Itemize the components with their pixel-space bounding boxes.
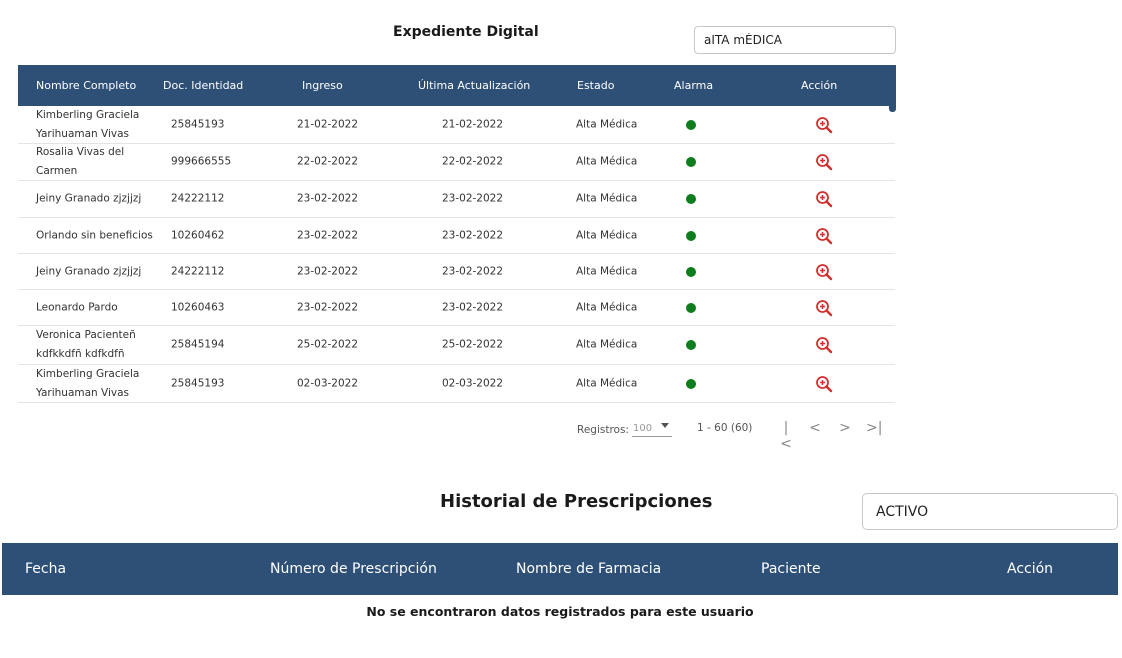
page-size-value: 100 xyxy=(633,423,653,434)
cell-estado: Alta Médica xyxy=(576,155,638,168)
col-paciente[interactable]: Paciente xyxy=(761,561,821,577)
expediente-table-header: Nombre Completo Doc. Identidad Ingreso Ú… xyxy=(18,65,895,106)
col-nombre-farmacia[interactable]: Nombre de Farmacia xyxy=(516,561,661,577)
table-row[interactable]: Jeiny Granado zjzjjzj 24222112 23-02-2022 2… xyxy=(18,181,895,218)
zoom-in-icon[interactable] xyxy=(815,227,833,245)
cell-actualizacion: 25-02-2022 xyxy=(442,338,504,351)
col-estado[interactable]: Estado xyxy=(577,79,614,92)
table-scrollbar[interactable] xyxy=(889,65,896,112)
cell-nombre: Leonardo Pardo xyxy=(36,301,118,313)
col-doc-identidad[interactable]: Doc. Identidad xyxy=(163,79,243,92)
zoom-in-icon[interactable] xyxy=(815,299,833,317)
cell-doc: 25845193 xyxy=(171,377,225,389)
cell-actualizacion: 02-03-2022 xyxy=(442,377,504,389)
cell-estado: Alta Médica xyxy=(576,118,638,130)
alarm-status-dot xyxy=(686,378,696,389)
historial-search-input[interactable] xyxy=(862,493,1118,530)
zoom-in-icon[interactable] xyxy=(815,153,833,171)
cell-actualizacion: 23-02-2022 xyxy=(442,301,504,313)
alarm-status-dot xyxy=(686,266,696,277)
historial-title: Historial de Prescripciones xyxy=(440,491,713,512)
zoom-in-icon[interactable] xyxy=(815,336,833,354)
table-row[interactable]: Veronica Pacienteñ kdfkkdfñ kdfkdfñ 25845… xyxy=(18,326,895,365)
cell-doc: 10260462 xyxy=(171,229,225,241)
cell-nombre: Rosalia Vivas del Carmen xyxy=(36,146,125,177)
col-fecha[interactable]: Fecha xyxy=(25,561,66,577)
cell-doc: 25845193 xyxy=(171,118,225,130)
alarm-status-dot xyxy=(686,340,696,350)
table-row[interactable]: Leonardo Pardo 10260463 23-02-2022 23-02-20… xyxy=(18,290,895,326)
cell-actualizacion: 23-02-2022 xyxy=(442,265,504,277)
expediente-search-input[interactable] xyxy=(694,26,896,54)
alarm-status-dot xyxy=(686,302,696,313)
table-row[interactable]: Orlando sin beneficios 10260462 23-02-2022… xyxy=(18,218,895,254)
cell-doc: 24222112 xyxy=(171,192,225,205)
cell-ingreso: 23-02-2022 xyxy=(297,192,359,205)
last-page-button[interactable]: >| xyxy=(866,420,882,436)
cell-actualizacion: 21-02-2022 xyxy=(442,118,504,130)
first-page-button[interactable]: |< xyxy=(778,420,794,452)
page-size-select[interactable]: 100 xyxy=(632,420,672,437)
table-row[interactable]: Jeiny Granado zjzjjzj 24222112 23-02-2022 2… xyxy=(18,254,895,290)
col-numero-prescripcion[interactable]: Número de Prescripción xyxy=(270,561,437,577)
col-alarma[interactable]: Alarma xyxy=(674,79,713,92)
cell-ingreso: 23-02-2022 xyxy=(297,265,359,277)
col-nombre-completo[interactable]: Nombre Completo xyxy=(36,79,136,92)
chevron-down-icon xyxy=(661,423,669,428)
cell-doc: 999666555 xyxy=(171,155,232,168)
expediente-table: Nombre Completo Doc. Identidad Ingreso Ú… xyxy=(18,65,895,403)
cell-nombre: Jeiny Granado zjzjjzj xyxy=(36,265,142,277)
historial-table-header: Fecha Número de Prescripción Nombre de F… xyxy=(2,543,1118,595)
cell-estado: Alta Médica xyxy=(576,338,638,351)
col-ultima-actualizacion[interactable]: Última Actualización xyxy=(418,79,530,92)
zoom-in-icon[interactable] xyxy=(815,190,833,208)
cell-doc: 10260463 xyxy=(171,301,225,313)
cell-ingreso: 21-02-2022 xyxy=(297,118,359,130)
prev-page-button[interactable]: < xyxy=(807,420,823,436)
cell-actualizacion: 23-02-2022 xyxy=(442,229,504,241)
pagination-range: 1 - 60 (60) xyxy=(697,422,753,434)
expediente-title: Expediente Digital xyxy=(393,24,539,40)
col-ingreso[interactable]: Ingreso xyxy=(302,79,343,92)
alarm-status-dot xyxy=(686,194,696,204)
cell-estado: Alta Médica xyxy=(576,265,638,277)
zoom-in-icon[interactable] xyxy=(815,375,833,393)
cell-actualizacion: 22-02-2022 xyxy=(442,155,504,168)
cell-estado: Alta Médica xyxy=(576,229,638,241)
cell-nombre: Kimberling Graciela Yarihuaman Vivas xyxy=(36,367,140,399)
col-accion[interactable]: Acción xyxy=(801,79,837,92)
col-accion-historial[interactable]: Acción xyxy=(1007,561,1053,577)
alarm-status-dot xyxy=(686,119,696,130)
cell-estado: Alta Médica xyxy=(576,301,638,313)
next-page-button[interactable]: > xyxy=(837,420,853,436)
cell-nombre: Veronica Pacienteñ kdfkkdfñ kdfkdfñ xyxy=(36,329,136,360)
registros-label: Registros: xyxy=(577,424,629,436)
cell-ingreso: 25-02-2022 xyxy=(297,338,359,351)
cell-ingreso: 23-02-2022 xyxy=(297,301,359,313)
expediente-table-body: Kimberling Graciela Yarihuaman Vivas 2584… xyxy=(18,106,895,403)
zoom-in-icon[interactable] xyxy=(815,263,833,281)
cell-ingreso: 23-02-2022 xyxy=(297,229,359,241)
alarm-status-dot xyxy=(686,230,696,241)
zoom-in-icon[interactable] xyxy=(815,116,833,134)
cell-doc: 24222112 xyxy=(171,265,225,277)
table-row[interactable]: Kimberling Graciela Yarihuaman Vivas 2584… xyxy=(18,365,895,403)
cell-ingreso: 02-03-2022 xyxy=(297,377,359,389)
cell-estado: Alta Médica xyxy=(576,377,638,389)
alarm-status-dot xyxy=(686,157,696,167)
cell-nombre: Jeiny Granado zjzjjzj xyxy=(36,192,142,205)
cell-nombre: Kimberling Graciela Yarihuaman Vivas xyxy=(36,108,140,140)
table-row[interactable]: Kimberling Graciela Yarihuaman Vivas 2584… xyxy=(18,106,895,144)
cell-estado: Alta Médica xyxy=(576,192,638,205)
cell-doc: 25845194 xyxy=(171,338,225,351)
cell-ingreso: 22-02-2022 xyxy=(297,155,359,168)
table-row[interactable]: Rosalia Vivas del Carmen 999666555 22-02-2… xyxy=(18,144,895,181)
cell-actualizacion: 23-02-2022 xyxy=(442,192,504,205)
cell-nombre: Orlando sin beneficios xyxy=(36,229,153,241)
empty-message: No se encontraron datos registrados para… xyxy=(366,604,754,619)
